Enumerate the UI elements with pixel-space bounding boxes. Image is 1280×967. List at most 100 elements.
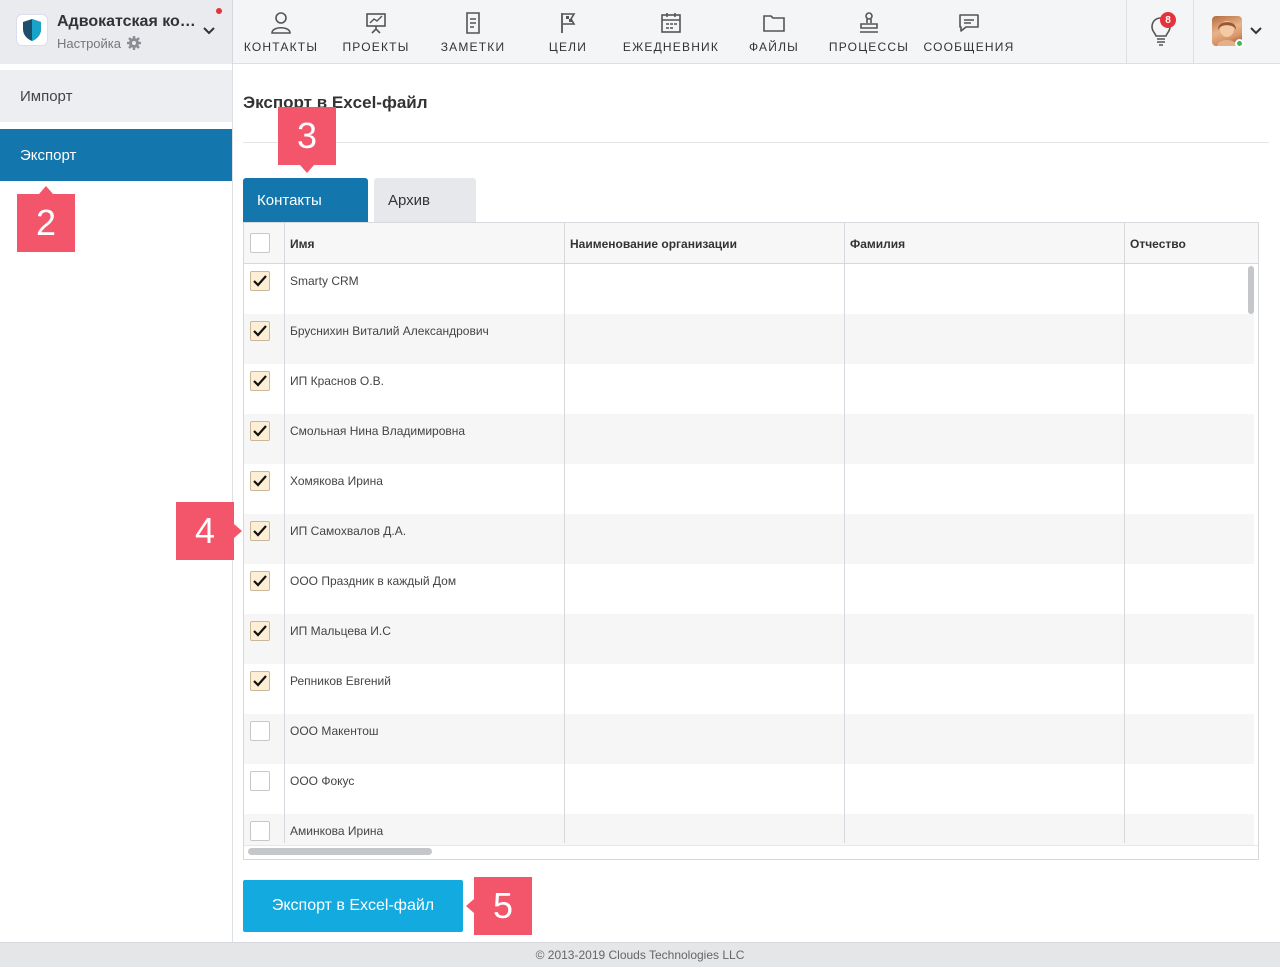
column-separator [564, 223, 565, 843]
contact-name: ООО Фокус [290, 774, 355, 788]
row-checkbox[interactable] [250, 721, 270, 741]
table-row[interactable]: Бруснихин Виталий Александрович [244, 314, 1254, 364]
stamp-icon [860, 12, 878, 33]
export-excel-button[interactable]: Экспорт в Excel-файл [243, 880, 463, 932]
table-row[interactable]: Smarty CRM [244, 264, 1254, 314]
folder-icon [763, 15, 785, 32]
table-row[interactable]: ООО Фокус [244, 764, 1254, 814]
checkmark-icon [253, 275, 267, 287]
tab-contacts[interactable]: Контакты [243, 178, 368, 222]
table-row[interactable]: Смольная Нина Владимировна [244, 414, 1254, 464]
settings-link[interactable]: Настройка [57, 35, 142, 51]
top-bar: Адвокатская кон... Настройка КОНТАКТЫ ПР… [0, 0, 1280, 64]
tips-button[interactable] [1126, 0, 1194, 64]
checkmark-icon [253, 525, 267, 537]
sidebar-item-export[interactable]: Экспорт [0, 129, 232, 181]
nav-label: ЕЖЕДНЕВНИК [622, 40, 720, 54]
column-header-last-name[interactable]: Фамилия [850, 237, 905, 251]
column-separator [844, 223, 845, 843]
sidebar-item-import[interactable]: Импорт [0, 70, 232, 122]
contact-name: Smarty CRM [290, 274, 359, 288]
chevron-down-icon [203, 27, 215, 35]
nav-label: КОНТАКТЫ [243, 40, 319, 54]
contact-name: ИП Мальцева И.С [290, 624, 391, 638]
gear-icon [127, 36, 141, 50]
row-checkbox[interactable] [250, 671, 270, 691]
row-checkbox[interactable] [250, 821, 270, 841]
online-status-indicator [1235, 39, 1244, 48]
shield-logo-icon [16, 14, 48, 46]
contact-name: Бруснихин Виталий Александрович [290, 324, 489, 338]
checkmark-icon [253, 325, 267, 337]
checkmark-icon [253, 475, 267, 487]
select-all-checkbox[interactable] [250, 233, 270, 253]
nav-projects[interactable]: ПРОЕКТЫ [331, 0, 421, 64]
step-marker: 3 [278, 107, 336, 173]
notes-icon [466, 12, 480, 34]
vertical-scrollbar[interactable] [1248, 266, 1254, 314]
contact-name: Аминкова Ирина [290, 824, 384, 838]
flag-icon [561, 13, 576, 33]
chevron-down-icon[interactable] [1249, 24, 1263, 38]
contact-name: ИП Самохвалов Д.А. [290, 524, 407, 538]
nav-processes[interactable]: ПРОЦЕССЫ [825, 0, 913, 64]
presentation-icon [366, 13, 386, 34]
nav-contacts[interactable]: КОНТАКТЫ [233, 0, 329, 64]
row-checkbox[interactable] [250, 521, 270, 541]
nav-messages[interactable]: СООБЩЕНИЯ [921, 0, 1017, 64]
table-row[interactable]: Репников Евгений [244, 664, 1254, 714]
grid-header: Имя Наименование организации Фамилия Отч… [244, 223, 1258, 264]
nav-planner[interactable]: ЕЖЕДНЕВНИК [619, 0, 723, 64]
horizontal-scrollbar[interactable] [248, 848, 432, 855]
row-checkbox[interactable] [250, 321, 270, 341]
calendar-icon [661, 13, 681, 33]
step-marker: 4 [176, 502, 242, 560]
column-header-organization[interactable]: Наименование организации [570, 237, 737, 251]
checkmark-icon [253, 375, 267, 387]
checkmark-icon [253, 625, 267, 637]
checkmark-icon [253, 425, 267, 437]
column-header-patronymic[interactable]: Отчество [1130, 237, 1186, 251]
column-separator [1124, 223, 1125, 843]
contact-name: Хомякова Ирина [290, 474, 383, 488]
row-checkbox[interactable] [250, 571, 270, 591]
table-row[interactable]: ИП Краснов О.В. [244, 364, 1254, 414]
table-row[interactable]: ООО Макентош [244, 714, 1254, 764]
notification-badge: 8 [1160, 12, 1176, 28]
nav-label: ПРОЦЕССЫ [828, 40, 910, 54]
row-checkbox[interactable] [250, 371, 270, 391]
row-checkbox[interactable] [250, 621, 270, 641]
company-switcher[interactable]: Адвокатская кон... Настройка [0, 0, 233, 64]
contact-name: ИП Краснов О.В. [290, 374, 384, 388]
chat-icon [959, 14, 979, 32]
row-checkbox[interactable] [250, 421, 270, 441]
row-checkbox[interactable] [250, 471, 270, 491]
footer-copyright: © 2013-2019 Clouds Technologies LLC [0, 942, 1280, 967]
settings-label: Настройка [57, 35, 121, 51]
nav-goals[interactable]: ЦЕЛИ [525, 0, 611, 64]
checkmark-icon [253, 675, 267, 687]
company-name: Адвокатская кон... [57, 13, 199, 30]
contacts-grid: Имя Наименование организации Фамилия Отч… [243, 222, 1259, 860]
person-icon [271, 12, 291, 34]
contact-name: ООО Макентош [290, 724, 379, 738]
row-checkbox[interactable] [250, 771, 270, 791]
contact-name: Смольная Нина Владимировна [290, 424, 466, 438]
table-row[interactable]: ИП Самохвалов Д.А. [244, 514, 1254, 564]
column-header-name[interactable]: Имя [290, 237, 315, 251]
step-marker: 5 [466, 877, 532, 935]
table-row[interactable]: Хомякова Ирина [244, 464, 1254, 514]
nav-label: СООБЩЕНИЯ [923, 40, 1015, 54]
nav-label: ЦЕЛИ [548, 40, 588, 54]
table-row[interactable]: ООО Праздник в каждый Дом [244, 564, 1254, 614]
nav-label: ФАЙЛЫ [749, 40, 799, 54]
checkmark-icon [253, 575, 267, 587]
nav-notes[interactable]: ЗАМЕТКИ [429, 0, 517, 64]
nav-files[interactable]: ФАЙЛЫ [731, 0, 817, 64]
tab-archive[interactable]: Архив [374, 178, 476, 222]
column-separator [284, 223, 285, 843]
row-checkbox[interactable] [250, 271, 270, 291]
table-row[interactable]: ИП Мальцева И.С [244, 614, 1254, 664]
nav-label: ПРОЕКТЫ [342, 40, 410, 54]
notification-dot [216, 8, 222, 14]
